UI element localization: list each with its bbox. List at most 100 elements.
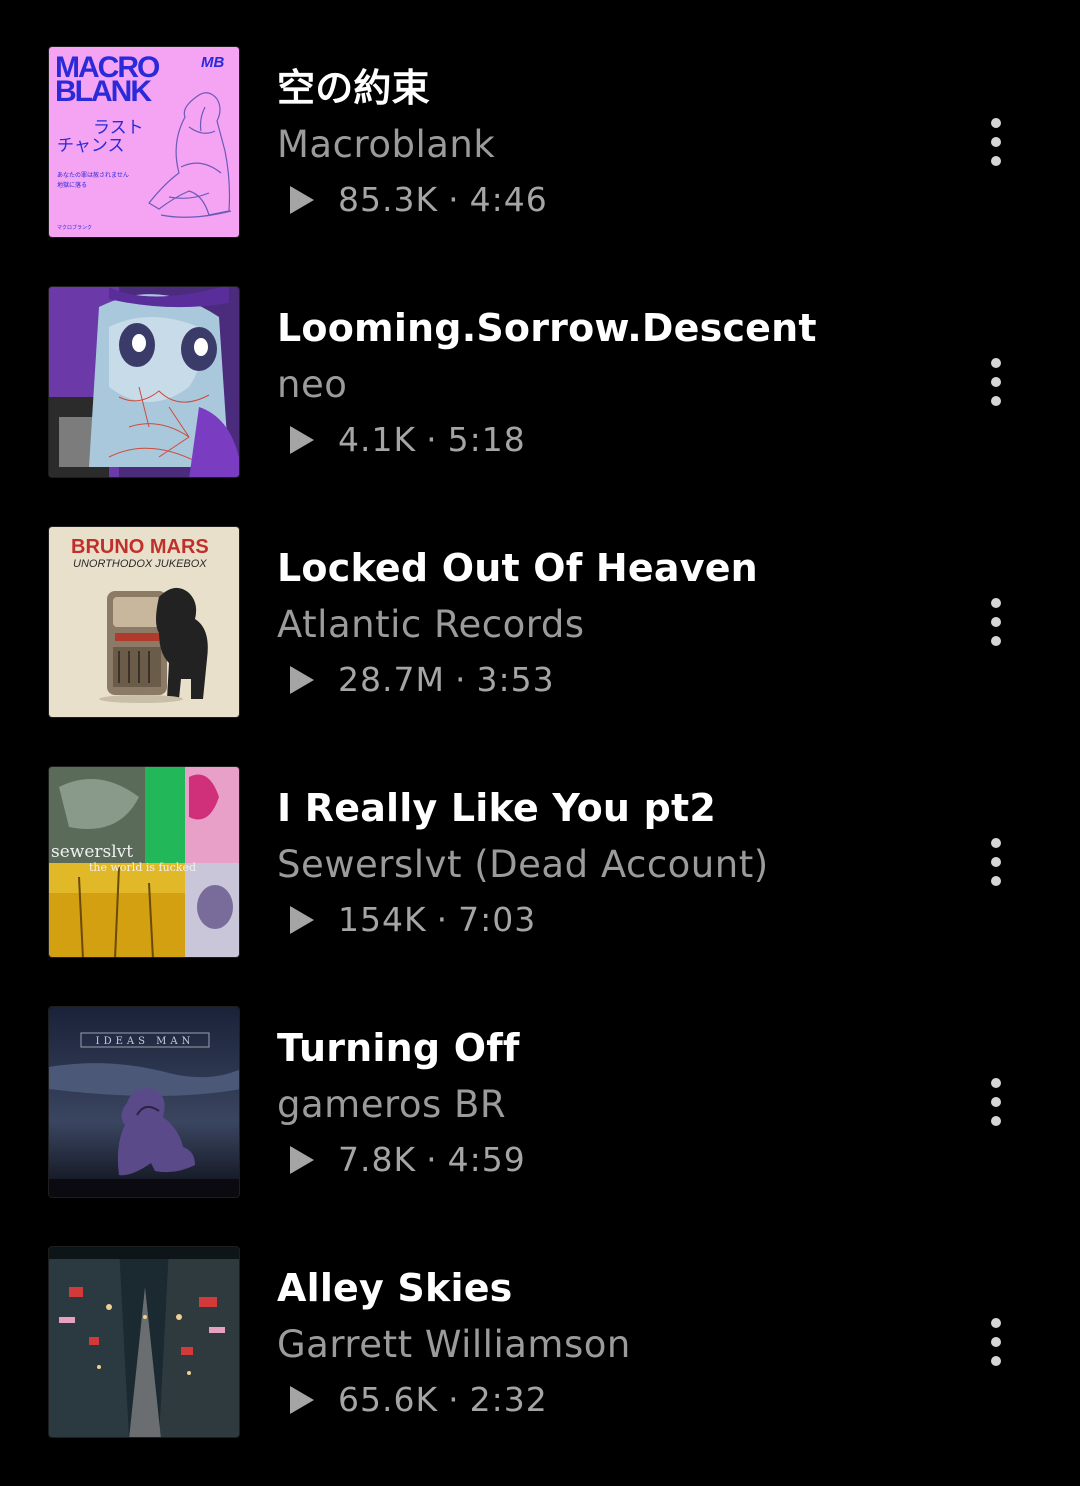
track-meta: Alley Skies Garrett Williamson 65.6K · 2… xyxy=(277,1262,957,1426)
track-title[interactable]: Alley Skies xyxy=(277,1262,957,1314)
more-dot xyxy=(991,156,1001,166)
track-artwork[interactable]: MACRO BLANK MB ラスト チャンス あなたの罪は赦されません 地獄に… xyxy=(48,46,240,238)
play-icon xyxy=(288,664,316,696)
play-icon xyxy=(288,1384,316,1416)
artwork-badge: MB xyxy=(201,54,224,71)
track-artwork[interactable] xyxy=(48,286,240,478)
play-icon xyxy=(288,424,316,456)
more-dot xyxy=(991,1337,1001,1347)
more-dot xyxy=(991,598,1001,608)
track-artist[interactable]: neo xyxy=(277,358,957,412)
track-artist[interactable]: Garrett Williamson xyxy=(277,1318,957,1372)
play-count: 28.7M xyxy=(338,660,445,699)
track-artist[interactable]: gameros BR xyxy=(277,1078,957,1132)
track-duration: 2:32 xyxy=(469,1380,548,1419)
track-stats: 85.3K · 4:46 xyxy=(277,174,957,226)
more-dot xyxy=(991,1097,1001,1107)
artwork-text: IDEAS MAN xyxy=(96,1036,195,1047)
track-meta: Locked Out Of Heaven Atlantic Records 28… xyxy=(277,542,957,706)
artwork-alley-skies xyxy=(49,1247,239,1437)
more-options-icon[interactable] xyxy=(976,1318,1016,1366)
more-dot xyxy=(991,118,1001,128)
artwork-ideas-man: IDEAS MAN xyxy=(49,1007,239,1197)
artwork-neo xyxy=(49,287,239,477)
play-count: 4.1K xyxy=(338,420,417,459)
more-options-icon[interactable] xyxy=(976,1078,1016,1126)
artwork-bruno-mars: BRUNO MARS UNORTHODOX JUKEBOX xyxy=(49,527,239,717)
artwork-text: 地獄に落る xyxy=(57,181,87,189)
track-row[interactable]: Alley Skies Garrett Williamson 65.6K · 2… xyxy=(0,1246,1080,1438)
more-dot xyxy=(991,876,1001,886)
more-options-icon[interactable] xyxy=(976,358,1016,406)
artwork-text: sewerslvt xyxy=(51,842,133,862)
more-dot xyxy=(991,396,1001,406)
track-title[interactable]: I Really Like You pt2 xyxy=(277,782,957,834)
separator-dot: · xyxy=(454,660,467,699)
separator-dot: · xyxy=(426,1140,438,1179)
track-duration: 4:46 xyxy=(469,180,548,219)
track-list: MACRO BLANK MB ラスト チャンス あなたの罪は赦されません 地獄に… xyxy=(0,46,1080,1486)
separator-dot: · xyxy=(436,900,449,939)
track-artist[interactable]: Sewerslvt (Dead Account) xyxy=(277,838,957,892)
play-count: 65.6K xyxy=(338,1380,439,1419)
track-duration: 4:59 xyxy=(447,1140,526,1179)
more-dot xyxy=(991,1078,1001,1088)
more-dot xyxy=(991,1356,1001,1366)
more-dot xyxy=(991,358,1001,368)
track-row[interactable]: BRUNO MARS UNORTHODOX JUKEBOX Locked Out… xyxy=(0,526,1080,718)
play-icon xyxy=(288,1144,316,1176)
more-dot xyxy=(991,1318,1001,1328)
more-dot xyxy=(991,838,1001,848)
separator-dot: · xyxy=(448,1380,460,1419)
track-stats: 4.1K · 5:18 xyxy=(277,414,957,466)
artwork-text: the world is fucked xyxy=(89,861,196,874)
more-dot xyxy=(991,857,1001,867)
track-duration: 5:18 xyxy=(447,420,526,459)
track-meta: Turning Off gameros BR 7.8K · 4:59 xyxy=(277,1022,957,1186)
track-meta: 空の約束 Macroblank 85.3K · 4:46 xyxy=(277,62,957,226)
play-icon xyxy=(288,904,316,936)
artwork-text: チャンス xyxy=(57,136,125,156)
artwork-text: BRUNO MARS xyxy=(71,536,209,558)
track-stats: 28.7M · 3:53 xyxy=(277,654,957,706)
track-row[interactable]: sewerslvt the world is fucked I Really L… xyxy=(0,766,1080,958)
separator-dot: · xyxy=(448,180,460,219)
track-artwork[interactable]: BRUNO MARS UNORTHODOX JUKEBOX xyxy=(48,526,240,718)
track-row[interactable]: IDEAS MAN Turning Off gameros BR 7.8K · … xyxy=(0,1006,1080,1198)
track-artwork[interactable]: IDEAS MAN xyxy=(48,1006,240,1198)
more-dot xyxy=(991,137,1001,147)
play-count: 7.8K xyxy=(338,1140,417,1179)
track-meta: Looming.Sorrow.Descent neo 4.1K · 5:18 xyxy=(277,302,957,466)
artwork-sewerslvt: sewerslvt the world is fucked xyxy=(49,767,239,957)
track-artwork[interactable]: sewerslvt the world is fucked xyxy=(48,766,240,958)
track-row[interactable]: MACRO BLANK MB ラスト チャンス あなたの罪は赦されません 地獄に… xyxy=(0,46,1080,238)
artwork-text: UNORTHODOX JUKEBOX xyxy=(73,558,207,570)
artwork-text: マクロブランク xyxy=(57,224,92,231)
separator-dot: · xyxy=(426,420,438,459)
more-dot xyxy=(991,377,1001,387)
track-artist[interactable]: Macroblank xyxy=(277,118,957,172)
artwork-text: ラスト xyxy=(93,118,144,138)
track-duration: 7:03 xyxy=(458,900,537,939)
play-icon xyxy=(288,184,316,216)
track-row[interactable]: Looming.Sorrow.Descent neo 4.1K · 5:18 xyxy=(0,286,1080,478)
track-title[interactable]: 空の約束 xyxy=(277,62,957,114)
track-stats: 7.8K · 4:59 xyxy=(277,1134,957,1186)
track-artist[interactable]: Atlantic Records xyxy=(277,598,957,652)
more-options-icon[interactable] xyxy=(976,838,1016,886)
artwork-text: あなたの罪は赦されません xyxy=(57,171,129,179)
track-title[interactable]: Looming.Sorrow.Descent xyxy=(277,302,957,354)
track-title[interactable]: Locked Out Of Heaven xyxy=(277,542,957,594)
track-artwork[interactable] xyxy=(48,1246,240,1438)
more-dot xyxy=(991,617,1001,627)
track-stats: 65.6K · 2:32 xyxy=(277,1374,957,1426)
more-options-icon[interactable] xyxy=(976,598,1016,646)
more-options-icon[interactable] xyxy=(976,118,1016,166)
track-meta: I Really Like You pt2 Sewerslvt (Dead Ac… xyxy=(277,782,957,946)
more-dot xyxy=(991,1116,1001,1126)
track-stats: 154K · 7:03 xyxy=(277,894,957,946)
track-duration: 3:53 xyxy=(476,660,555,699)
play-count: 154K xyxy=(338,900,427,939)
artwork-text: BLANK xyxy=(55,75,152,108)
track-title[interactable]: Turning Off xyxy=(277,1022,957,1074)
